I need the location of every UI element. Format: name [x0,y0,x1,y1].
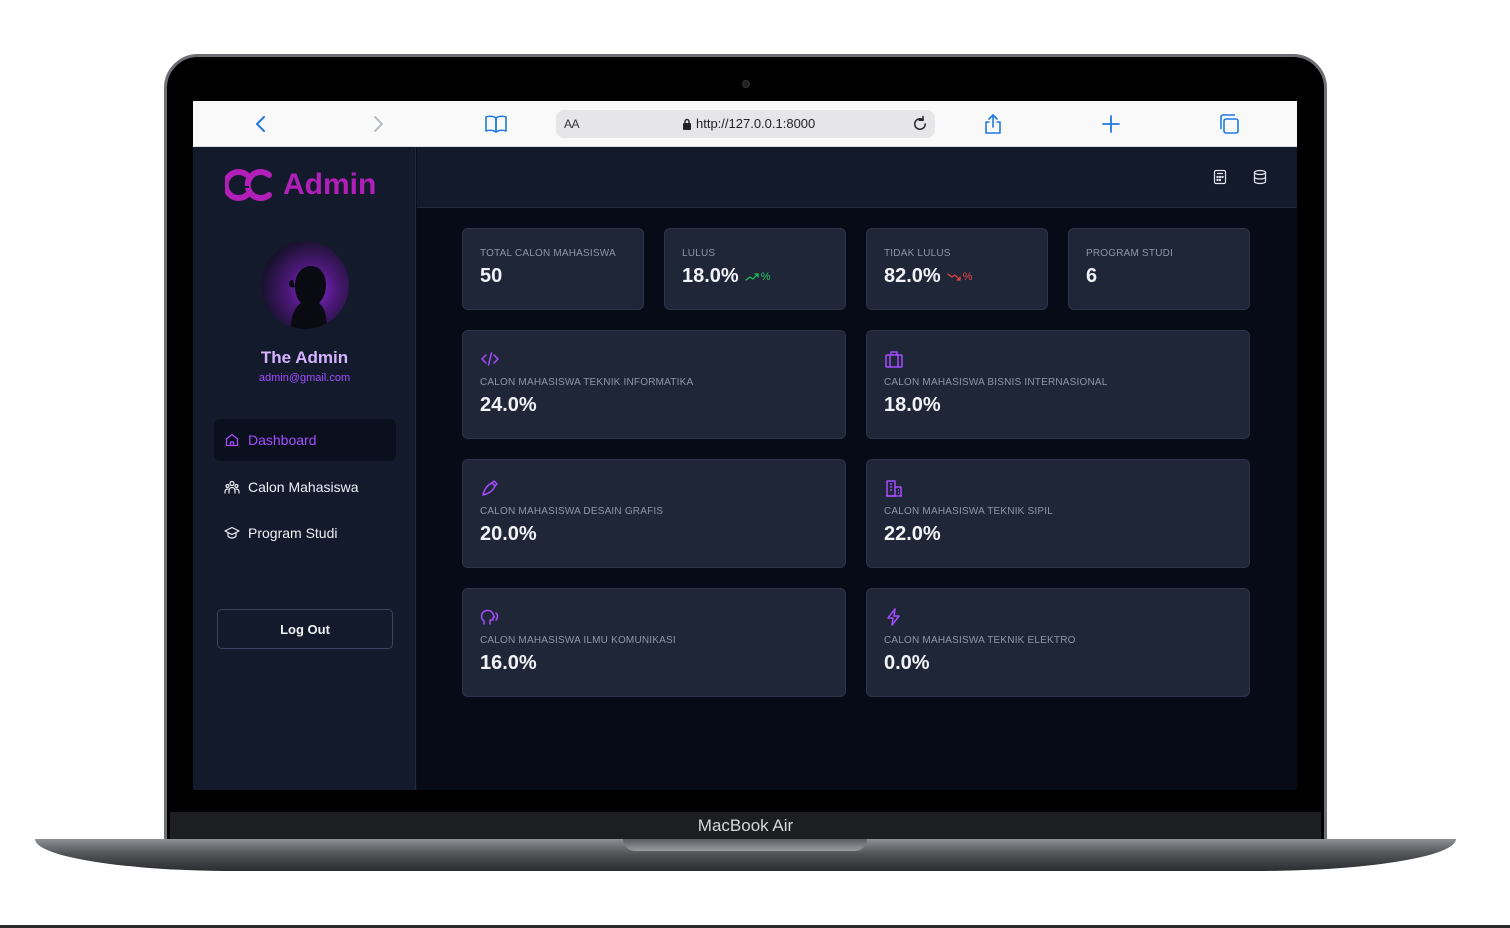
program-value: 18.0% [884,394,941,416]
stat-card-lulus: LULUS 18.0% % [664,228,846,310]
sidebar-item-label: Calon Mahasiswa [248,479,359,495]
dashboard-main: TOTAL CALON MAHASISWA 50 LULUS 18.0% % T… [417,208,1297,790]
program-value: 22.0% [884,523,941,545]
stat-card-program-studi: PROGRAM STUDI 6 [1068,228,1250,310]
program-card-ilmu-komunikasi: CALON MAHASISWA ILMU KOMUNIKASI 16.0% [462,588,846,697]
sidebar-item-dashboard[interactable]: Dashboard [214,419,396,461]
top-header [417,147,1297,208]
stat-number: 18.0% [682,265,739,287]
calculator-icon[interactable] [1212,169,1228,185]
stage: AA http://127.0.0.1:8000 Admin The Admin… [0,0,1510,928]
reload-icon[interactable] [911,115,929,133]
device-label: MacBook Air [697,816,794,835]
program-card-bisnis-internasional: CALON MAHASISWA BISNIS INTERNASIONAL 18.… [866,330,1250,439]
stat-number: 50 [480,265,503,287]
trend-indicator: % [745,271,771,283]
program-label: CALON MAHASISWA TEKNIK SIPIL [884,506,1053,517]
share-icon[interactable] [981,112,1005,136]
screen: AA http://127.0.0.1:8000 Admin The Admin… [193,101,1297,790]
trend-text: % [962,270,973,283]
sidebar-item-program-studi[interactable]: Program Studi [214,512,396,554]
new-tab-icon[interactable] [1099,112,1123,136]
trend-indicator: % [947,271,973,283]
sidebar-item-label: Program Studi [248,525,338,541]
brand-name: Admin [283,168,377,201]
program-card-teknik-informatika: CALON MAHASISWA TEKNIK INFORMATIKA 24.0% [462,330,846,439]
database-icon[interactable] [1252,169,1268,185]
forward-icon[interactable] [366,112,390,136]
laptop-chin: MacBook Air [170,812,1321,840]
bookmarks-icon[interactable] [484,112,508,136]
brand-logo[interactable]: Admin [225,167,376,203]
url-text: http://127.0.0.1:8000 [696,116,816,131]
address-bar[interactable]: AA http://127.0.0.1:8000 [556,110,935,138]
speaking-head-icon [480,607,500,627]
tabs-overview-icon[interactable] [1217,112,1241,136]
program-label: CALON MAHASISWA TEKNIK INFORMATIKA [480,377,694,388]
users-icon [224,479,240,495]
program-label: CALON MAHASISWA ILMU KOMUNIKASI [480,635,676,646]
program-value: 16.0% [480,652,537,674]
stat-number: 6 [1086,265,1098,287]
laptop-notch [623,839,867,851]
stat-card-tidak-lulus: TIDAK LULUS 82.0% % [866,228,1048,310]
stat-value: 50 [480,265,502,288]
stat-number: 82.0% [884,265,941,287]
program-label: CALON MAHASISWA DESAIN GRAFIS [480,506,664,517]
stat-card-total: TOTAL CALON MAHASISWA 50 [462,228,644,310]
stat-value: 6 [1086,265,1097,288]
program-card-teknik-elektro: CALON MAHASISWA TEKNIK ELEKTRO 0.0% [866,588,1250,697]
trend-up-icon [745,272,759,281]
program-value: 24.0% [480,394,537,416]
program-label: CALON MAHASISWA TEKNIK ELEKTRO [884,635,1076,646]
program-card-teknik-sipil: CALON MAHASISWA TEKNIK SIPIL 22.0% [866,459,1250,568]
back-icon[interactable] [249,112,273,136]
stat-label: TIDAK LULUS [884,248,951,259]
brush-icon [480,478,500,498]
logout-button[interactable]: Log Out [217,609,393,649]
webcam [742,80,750,88]
bolt-icon [884,607,904,627]
stat-value: 82.0% % [884,265,973,288]
avatar [261,241,349,329]
trend-text: % [760,270,771,283]
logo-mark-icon [225,169,272,201]
user-email: admin@gmail.com [258,372,351,384]
browser-toolbar: AA http://127.0.0.1:8000 [193,101,1297,147]
program-card-desain-grafis: CALON MAHASISWA DESAIN GRAFIS 20.0% [462,459,846,568]
user-silhouette-icon [289,266,327,329]
home-icon [224,432,240,448]
graduation-cap-icon [224,525,240,541]
stat-label: TOTAL CALON MAHASISWA [480,248,616,259]
program-value: 0.0% [884,652,930,674]
stat-label: PROGRAM STUDI [1086,248,1174,259]
building-icon [884,478,904,498]
trend-down-icon [947,272,961,281]
user-name: The Admin [260,348,349,367]
text-size-button[interactable]: AA [564,117,580,131]
code-icon [480,349,500,369]
sidebar-item-calon-mahasiswa[interactable]: Calon Mahasiswa [214,466,396,508]
stat-label: LULUS [682,248,716,259]
program-label: CALON MAHASISWA BISNIS INTERNASIONAL [884,377,1108,388]
briefcase-icon [884,349,904,369]
program-value: 20.0% [480,523,537,545]
lock-icon [683,118,691,130]
sidebar-item-label: Dashboard [248,432,317,448]
stat-value: 18.0% % [682,265,771,288]
sidebar: Admin The Admin admin@gmail.com Dashboar… [193,147,416,790]
